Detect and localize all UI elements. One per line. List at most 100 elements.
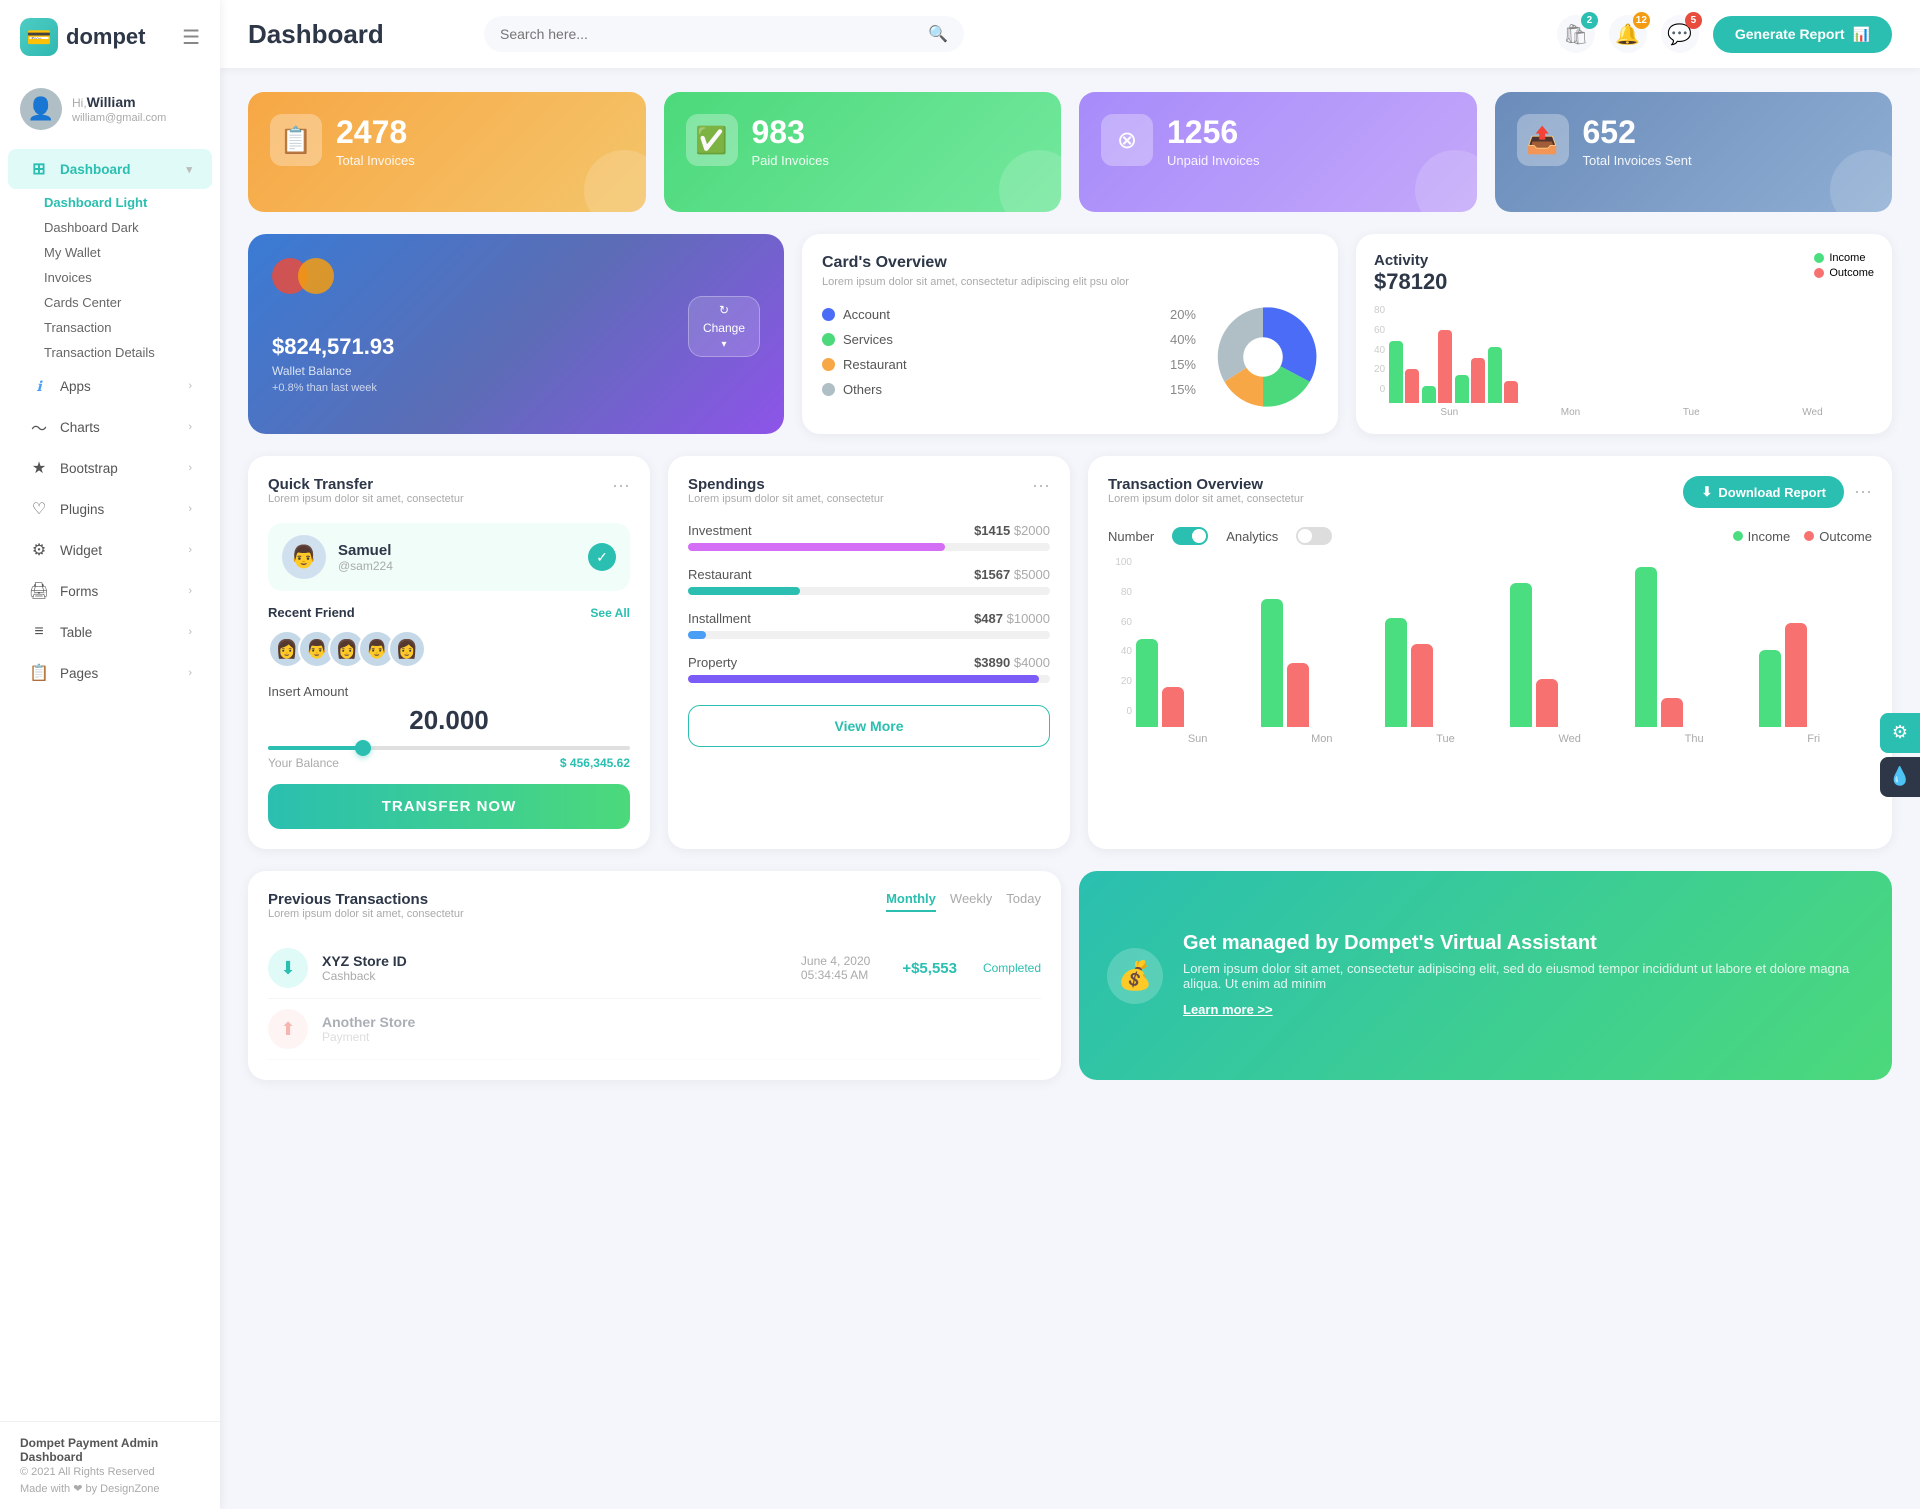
recent-friends-header: Recent Friend See All: [268, 605, 630, 620]
outcome-dot: [1814, 268, 1824, 278]
submenu-transaction[interactable]: Transaction: [44, 315, 220, 340]
charts-arrow: ›: [188, 421, 192, 433]
quick-transfer-card: Quick Transfer Lorem ipsum dolor sit ame…: [248, 456, 650, 849]
amount-display: 20.000: [268, 705, 630, 736]
forms-arrow: ›: [188, 585, 192, 597]
slider-thumb[interactable]: [355, 740, 371, 756]
property-label: Property: [688, 655, 737, 670]
transfer-now-button[interactable]: TRANSFER NOW: [268, 784, 630, 829]
bell-notification-btn[interactable]: 🔔 12: [1609, 15, 1647, 53]
pages-icon: 📋: [28, 662, 50, 684]
tab-monthly[interactable]: Monthly: [886, 891, 936, 912]
submenu-transaction-details[interactable]: Transaction Details: [44, 340, 220, 365]
search-input[interactable]: [500, 26, 920, 42]
big-income-mon: [1261, 599, 1283, 727]
logo-icon: 💳: [20, 18, 58, 56]
spendings-title-area: Spendings Lorem ipsum dolor sit amet, co…: [688, 476, 884, 519]
sidebar-label-pages: Pages: [60, 666, 98, 681]
sidebar-label-widget: Widget: [60, 543, 102, 558]
others-dot: [822, 383, 835, 396]
total-invoices-label: Total Invoices: [336, 153, 415, 168]
tab-today[interactable]: Today: [1006, 891, 1041, 912]
others-label: Others: [843, 382, 882, 397]
txn-type-2: Payment: [322, 1030, 415, 1044]
number-toggle[interactable]: [1172, 527, 1208, 545]
spending-installment-header: Installment $487 $10000: [688, 611, 1050, 626]
va-subtitle: Lorem ipsum dolor sit amet, consectetur …: [1183, 961, 1864, 991]
va-learn-more-link[interactable]: Learn more >>: [1183, 1002, 1273, 1017]
sidebar-item-plugins[interactable]: ♡ Plugins ›: [8, 489, 212, 529]
analytics-toggle[interactable]: [1296, 527, 1332, 545]
pt-tabs: Monthly Weekly Today: [886, 891, 1041, 912]
outcome-bar-sun: [1405, 369, 1419, 403]
sent-invoices-icon: 📤: [1517, 114, 1569, 166]
sidebar-item-widget[interactable]: ⚙ Widget ›: [8, 530, 212, 570]
refresh-icon: ↻: [719, 303, 729, 317]
wallet-amount: $824,571.93: [272, 334, 676, 360]
paid-invoices-icon: ✅: [686, 114, 738, 166]
big-group-wed: [1510, 583, 1623, 727]
spendings-header: Spendings Lorem ipsum dolor sit amet, co…: [688, 476, 1050, 519]
quick-transfer-menu-icon[interactable]: ⋯: [612, 476, 630, 497]
income-bar-wed: [1488, 347, 1502, 403]
header: Dashboard 🔍 🛍 2 🔔 12 💬 5 Generate Report…: [220, 0, 1920, 68]
activity-amount: $78120: [1374, 269, 1447, 295]
settings-float-button[interactable]: ⚙: [1880, 713, 1920, 753]
big-chart-area: 100806040200: [1108, 557, 1872, 745]
txn-icon-download: ⬇: [268, 948, 308, 988]
submenu-my-wallet[interactable]: My Wallet: [44, 240, 220, 265]
dark-mode-float-button[interactable]: 💧: [1880, 757, 1920, 797]
cards-overview-title: Card's Overview: [822, 254, 1318, 272]
sidebar-item-apps[interactable]: ℹ Apps ›: [8, 366, 212, 406]
apps-icon: ℹ: [28, 375, 50, 397]
sidebar-item-forms[interactable]: 🖨 Forms ›: [8, 571, 212, 611]
submenu-dashboard-dark[interactable]: Dashboard Dark: [44, 215, 220, 240]
submenu-invoices[interactable]: Invoices: [44, 265, 220, 290]
income-bar-tue: [1455, 375, 1469, 403]
insert-amount-label: Insert Amount: [268, 684, 630, 699]
tab-weekly[interactable]: Weekly: [950, 891, 992, 912]
view-more-button[interactable]: View More: [688, 705, 1050, 747]
activity-header: Activity $78120 Income Outcome: [1374, 252, 1874, 295]
stat-card-paid: ✅ 983 Paid Invoices: [664, 92, 1062, 212]
submenu-dashboard-light[interactable]: Dashboard Light: [44, 190, 220, 215]
widget-icon: ⚙: [28, 539, 50, 561]
sidebar-item-pages[interactable]: 📋 Pages ›: [8, 653, 212, 693]
sidebar-item-table[interactable]: ≡ Table ›: [8, 612, 212, 652]
txn-date: June 4, 2020: [801, 954, 870, 968]
stat-card-sent: 📤 652 Total Invoices Sent: [1495, 92, 1893, 212]
avatar: 👤: [20, 88, 62, 130]
to-menu-icon[interactable]: ⋯: [1854, 482, 1872, 503]
right-float-buttons: ⚙ 💧: [1880, 713, 1920, 797]
download-report-button[interactable]: ⬇ Download Report: [1683, 476, 1844, 508]
to-outcome-dot: [1804, 531, 1814, 541]
sidebar-item-charts[interactable]: 〜 Charts ›: [8, 407, 212, 447]
cards-overview-subtitle: Lorem ipsum dolor sit amet, consectetur …: [822, 276, 1318, 288]
generate-report-button[interactable]: Generate Report 📊: [1713, 16, 1892, 53]
to-income-dot: [1733, 531, 1743, 541]
money-icon: 💰: [1118, 959, 1153, 992]
amount-slider-track[interactable]: [268, 746, 630, 750]
submenu-cards-center[interactable]: Cards Center: [44, 290, 220, 315]
investment-label: Investment: [688, 523, 752, 538]
widget-arrow: ›: [188, 544, 192, 556]
bar-group-mon: [1422, 330, 1452, 403]
hamburger-icon[interactable]: ☰: [182, 25, 200, 50]
cards-overview-card: Card's Overview Lorem ipsum dolor sit am…: [802, 234, 1338, 434]
message-badge: 5: [1685, 12, 1702, 29]
page-title: Dashboard: [248, 19, 448, 50]
property-amounts: $3890 $4000: [974, 655, 1050, 670]
message-notification-btn[interactable]: 💬 5: [1661, 15, 1699, 53]
wallet-change-button[interactable]: ↻ Change ▾: [688, 296, 760, 357]
balance-label: Your Balance: [268, 756, 339, 770]
bag-notification-btn[interactable]: 🛍 2: [1557, 15, 1595, 53]
user-profile: 👤 Hi,William william@gmail.com: [0, 74, 220, 140]
sidebar-item-dashboard[interactable]: ⊞ Dashboard ▾: [8, 149, 212, 189]
virtual-assistant-card: 💰 Get managed by Dompet's Virtual Assist…: [1079, 871, 1892, 1080]
spendings-menu-icon[interactable]: ⋯: [1032, 476, 1050, 497]
sidebar-item-bootstrap[interactable]: ★ Bootstrap ›: [8, 448, 212, 488]
mc-right-circle: [298, 258, 334, 294]
see-all-link[interactable]: See All: [590, 606, 630, 620]
paid-invoices-number: 983: [752, 114, 829, 151]
big-x-labels: SunMonTueWedThuFri: [1136, 733, 1872, 745]
